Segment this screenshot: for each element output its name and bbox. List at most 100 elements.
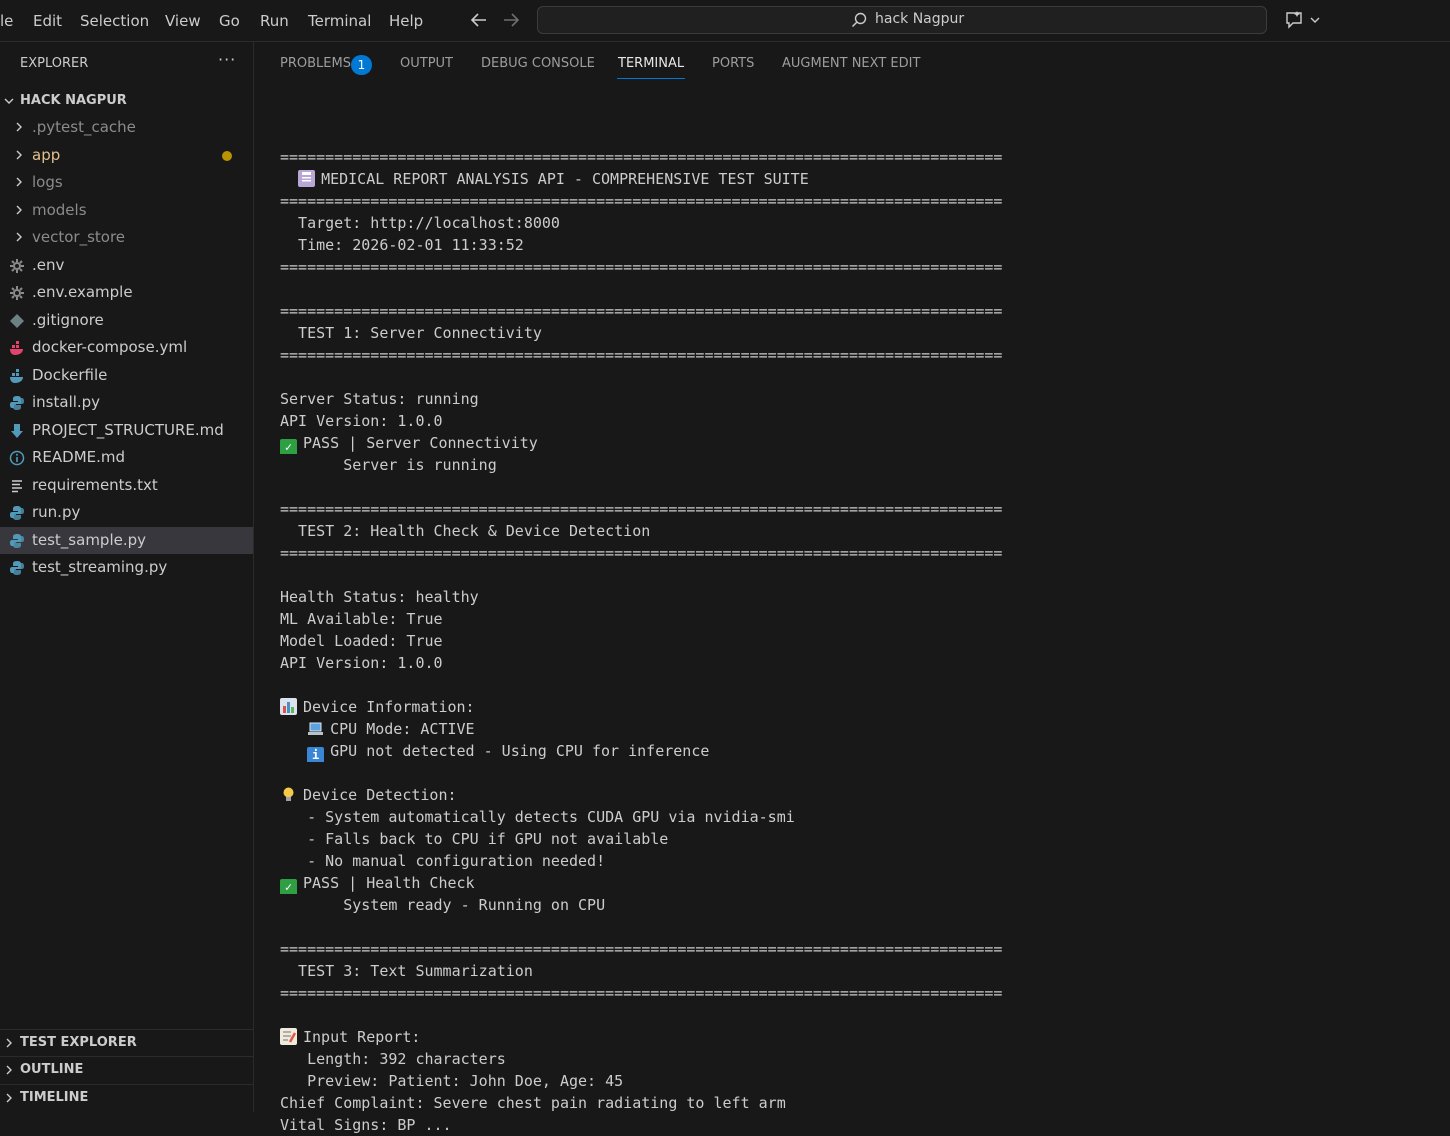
tree-item-label: logs <box>32 173 63 191</box>
file-item[interactable]: .env.example <box>0 279 253 306</box>
tree-item-label: install.py <box>32 393 101 411</box>
file-item[interactable]: run.py <box>0 499 253 526</box>
copilot-chat-icon[interactable] <box>1284 9 1322 31</box>
file-item[interactable]: README.md <box>0 444 253 471</box>
menu-edit[interactable]: Edit <box>33 11 62 31</box>
tab-output[interactable]: OUTPUT <box>400 56 453 71</box>
explorer-title: EXPLORER <box>20 56 89 71</box>
terminal-line: ========================================… <box>280 192 1003 210</box>
docker-compose-icon <box>10 341 23 355</box>
file-item[interactable]: .gitignore <box>0 307 253 334</box>
terminal-line-text: Device Information: <box>303 698 475 716</box>
file-item[interactable]: test_streaming.py <box>0 554 253 581</box>
section-timeline[interactable]: TIMELINE <box>0 1084 253 1111</box>
workspace-folder-header[interactable]: HACK NAGPUR <box>0 92 254 112</box>
folder-item[interactable]: .pytest_cache <box>0 114 253 141</box>
menu-selection[interactable]: Selection <box>80 11 149 31</box>
terminal-line: ✓ PASS | Server Connectivity <box>280 432 1450 454</box>
terminal-line-text: PASS | Health Check <box>303 874 475 892</box>
terminal-line-text: Device Detection: <box>303 786 457 804</box>
tree-item-label: run.py <box>32 503 81 521</box>
file-item[interactable]: test_sample.py <box>0 526 253 554</box>
tree-item-label: requirements.txt <box>32 475 158 494</box>
menu-run[interactable]: Run <box>260 11 289 31</box>
forward-arrow-icon[interactable] <box>500 9 522 31</box>
terminal-line: Server is running <box>280 456 497 474</box>
terminal-line: - Falls back to CPU if GPU not available <box>280 830 669 848</box>
python-icon <box>10 533 24 548</box>
file-item[interactable]: PROJECT_STRUCTURE.md <box>0 417 253 444</box>
section-outline[interactable]: OUTLINE <box>0 1056 253 1083</box>
terminal-line-text: Input Report: <box>303 1028 421 1046</box>
chevron-right-icon <box>16 205 22 214</box>
tab-debug-console[interactable]: DEBUG CONSOLE <box>481 56 595 71</box>
menu-file[interactable]: le <box>0 11 13 31</box>
section-label: TIMELINE <box>20 1090 89 1105</box>
menu-terminal[interactable]: Terminal <box>308 11 371 31</box>
file-item[interactable]: Dockerfile <box>0 362 253 389</box>
terminal-line-text: MEDICAL REPORT ANALYSIS API - COMPREHENS… <box>321 170 809 188</box>
terminal-line: Preview: Patient: John Doe, Age: 45 <box>280 1072 624 1090</box>
tab-augment-next-edit[interactable]: AUGMENT NEXT EDIT <box>782 56 920 71</box>
text-icon <box>12 479 22 492</box>
chevron-right-icon <box>6 1038 12 1048</box>
search-text: hack Nagpur <box>875 11 965 27</box>
more-actions-icon[interactable]: ··· <box>218 50 236 69</box>
file-item[interactable]: requirements.txt <box>0 472 253 499</box>
terminal-line: TEST 2: Health Check & Device Detection <box>280 522 651 540</box>
section-test-explorer[interactable]: TEST EXPLORER <box>0 1029 253 1056</box>
terminal-line: ========================================… <box>280 302 1003 320</box>
chevron-right-icon <box>6 1093 12 1103</box>
terminal-output[interactable]: ========================================… <box>280 124 1450 1136</box>
info-icon: i <box>307 747 325 762</box>
menu-view[interactable]: View <box>165 11 201 31</box>
terminal-line-text: CPU Mode: ACTIVE <box>330 720 475 738</box>
terminal-line-text: PASS | Server Connectivity <box>303 434 538 452</box>
back-arrow-icon[interactable] <box>468 9 490 31</box>
chevron-down-icon <box>4 98 14 104</box>
terminal-line: Device Information: <box>280 696 1450 718</box>
terminal-line: - System automatically detects CUDA GPU … <box>280 808 795 826</box>
terminal-line: CPU Mode: ACTIVE <box>280 718 1450 740</box>
laptop-icon <box>307 720 324 737</box>
terminal-line-text: GPU not detected - Using CPU for inferen… <box>330 742 710 760</box>
search-icon <box>851 12 867 28</box>
menu-go[interactable]: Go <box>219 11 240 31</box>
gear-icon <box>10 286 24 300</box>
command-center-search[interactable]: hack Nagpur <box>537 6 1267 34</box>
tree-item-label: Dockerfile <box>32 365 108 384</box>
tree-item-label: README.md <box>32 448 126 466</box>
folder-item[interactable]: models <box>0 197 253 224</box>
terminal-line: Health Status: healthy <box>280 588 479 606</box>
info-icon <box>9 450 25 466</box>
file-item[interactable]: install.py <box>0 389 253 416</box>
memo-icon <box>280 1028 297 1045</box>
tree-item-label: app <box>32 145 61 164</box>
chevron-right-icon <box>16 177 22 187</box>
terminal-line: - No manual configuration needed! <box>280 852 606 870</box>
terminal-line: ML Available: True <box>280 610 443 628</box>
terminal-line: Time: 2026-02-01 11:33:52 <box>280 236 524 254</box>
chevron-right-icon <box>16 150 22 159</box>
terminal-line: ========================================… <box>280 984 1003 1002</box>
section-label: TEST EXPLORER <box>20 1035 137 1050</box>
chevron-right-icon <box>16 122 22 132</box>
terminal-line: System ready - Running on CPU <box>280 896 606 914</box>
folder-item[interactable]: logs <box>0 169 253 196</box>
terminal-line: API Version: 1.0.0 <box>280 654 443 672</box>
folder-item[interactable]: vector_store <box>0 224 253 251</box>
menu-help[interactable]: Help <box>389 11 423 31</box>
chart-icon <box>280 698 297 715</box>
problems-count-badge: 1 <box>351 55 372 75</box>
file-item[interactable]: .env <box>0 252 253 279</box>
tree-item-label: .env.example <box>32 283 133 301</box>
tab-ports[interactable]: PORTS <box>712 56 754 71</box>
terminal-line: i GPU not detected - Using CPU for infere… <box>280 740 1450 762</box>
tab-terminal[interactable]: TERMINAL <box>618 56 684 71</box>
file-item[interactable]: docker-compose.yml <box>0 334 253 361</box>
tab-problems[interactable]: PROBLEMS <box>280 56 351 71</box>
folder-item[interactable]: app <box>0 142 253 169</box>
